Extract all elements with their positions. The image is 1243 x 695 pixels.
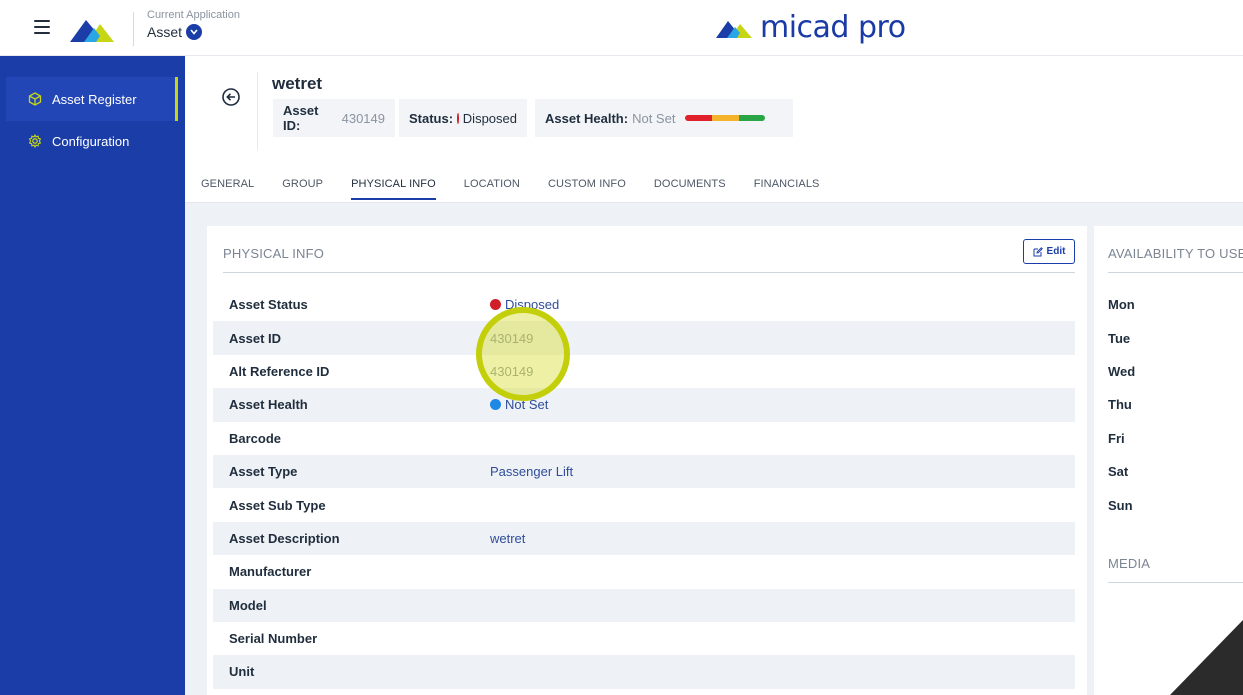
asset-header: wetret Asset ID: 430149 Status: Disposed… [185, 56, 1243, 203]
table-row: Alt Reference ID 430149 [213, 355, 1075, 388]
availability-divider [1108, 272, 1243, 273]
application-select[interactable]: Asset [147, 24, 203, 40]
brand-mark-icon [716, 20, 752, 38]
click-highlight [476, 307, 570, 401]
main-content: wetret Asset ID: 430149 Status: Disposed… [185, 56, 1243, 695]
row-label: Asset Description [229, 530, 340, 546]
tab-general[interactable]: GENERAL [201, 178, 254, 200]
table-row: Unit [213, 655, 1075, 689]
edit-button[interactable]: Edit [1023, 239, 1075, 264]
tab-location[interactable]: LOCATION [464, 178, 520, 200]
row-label: Serial Number [229, 631, 318, 647]
health-label: Asset Health: [545, 110, 629, 126]
asset-id-value: 430149 [341, 110, 385, 126]
table-row: Barcode [213, 422, 1075, 455]
tab-financials[interactable]: FINANCIALS [754, 178, 820, 200]
row-label: Asset Type [229, 464, 298, 480]
application-value: Asset [147, 24, 183, 40]
row-label: Manufacturer [229, 564, 312, 580]
day-thu: Thu [1108, 397, 1132, 413]
asset-id-chip: Asset ID: 430149 [273, 99, 395, 137]
card-title: PHYSICAL INFO [223, 246, 325, 261]
chevron-down-icon [186, 24, 203, 40]
physical-info-table: Asset Status Disposed Asset ID 430149 Al… [213, 288, 1075, 689]
back-arrow-icon[interactable] [221, 87, 241, 107]
row-label: Asset Health [229, 397, 308, 413]
row-label: Asset ID [229, 330, 282, 346]
brand-text: micad pro [760, 10, 906, 45]
media-title: MEDIA [1108, 556, 1151, 571]
brand-logo: micad pro [716, 10, 906, 45]
status-chip: Status: Disposed [399, 99, 527, 137]
health-dot-icon [490, 399, 501, 411]
header-divider [257, 72, 258, 150]
day-fri: Fri [1108, 430, 1125, 446]
row-value: wetret [490, 530, 526, 546]
tab-documents[interactable]: DOCUMENTS [654, 178, 726, 200]
row-label: Unit [229, 664, 255, 680]
gear-icon [28, 134, 42, 148]
sidebar-item-label: Configuration [52, 133, 130, 149]
app-logo[interactable] [70, 14, 118, 44]
row-label: Asset Sub Type [229, 497, 326, 513]
tab-custom-info[interactable]: CUSTOM INFO [548, 178, 626, 200]
status-label: Status: [409, 110, 454, 126]
status-dot-icon [457, 112, 459, 124]
table-row: Asset Type Passenger Lift [213, 454, 1075, 489]
day-sat: Sat [1108, 464, 1129, 480]
top-bar: Current Application Asset micad pro [0, 0, 1243, 56]
availability-days: Mon Tue Wed Thu Fri Sat Sun [1108, 288, 1243, 522]
row-label: Alt Reference ID [229, 363, 330, 379]
sidebar-item-asset-register[interactable]: Asset Register [6, 77, 178, 121]
asset-id-label: Asset ID: [283, 103, 319, 133]
table-row: Asset Description wetret [213, 521, 1075, 556]
tab-group[interactable]: GROUP [282, 178, 323, 200]
day-wed: Wed [1108, 363, 1136, 379]
table-row: Asset Sub Type [213, 488, 1075, 521]
cube-icon [28, 92, 42, 106]
table-row: Asset ID 430149 [213, 321, 1075, 355]
row-label: Asset Status [229, 297, 308, 313]
physical-info-card: PHYSICAL INFO Edit Asset Status Disposed… [207, 226, 1087, 695]
status-dot-icon [490, 299, 501, 311]
corner-decoration [1170, 620, 1243, 695]
status-value: Disposed [462, 110, 517, 126]
table-row: Manufacturer [213, 555, 1075, 588]
availability-title: AVAILABILITY TO USE [1108, 246, 1243, 261]
row-label: Barcode [229, 430, 282, 446]
sidebar: Asset Register Configuration [0, 56, 185, 695]
menu-icon[interactable] [34, 20, 50, 34]
app-label: Current Application [147, 9, 240, 21]
health-bar [685, 115, 766, 121]
row-label: Model [229, 597, 267, 613]
day-tue: Tue [1108, 330, 1131, 346]
tab-bar: GENERAL GROUP PHYSICAL INFO LOCATION CUS… [201, 178, 847, 200]
health-value: Not Set [632, 110, 676, 126]
row-value: Passenger Lift [490, 464, 574, 480]
asset-name: wetret [272, 74, 323, 93]
edit-label: Edit [1046, 246, 1066, 257]
edit-icon [1033, 246, 1043, 256]
day-mon: Mon [1108, 297, 1135, 313]
table-row: Asset Status Disposed [213, 288, 1075, 321]
media-divider [1108, 582, 1243, 583]
sidebar-item-configuration[interactable]: Configuration [6, 119, 178, 163]
table-row: Model [213, 588, 1075, 622]
table-row: Asset Health Not Set [213, 388, 1075, 422]
header-divider [133, 12, 134, 46]
table-row: Serial Number [213, 622, 1075, 655]
health-chip: Asset Health: Not Set [535, 99, 793, 137]
card-divider [223, 272, 1075, 273]
sidebar-item-label: Asset Register [52, 91, 137, 107]
day-sun: Sun [1108, 497, 1133, 513]
tab-physical-info[interactable]: PHYSICAL INFO [351, 178, 436, 200]
